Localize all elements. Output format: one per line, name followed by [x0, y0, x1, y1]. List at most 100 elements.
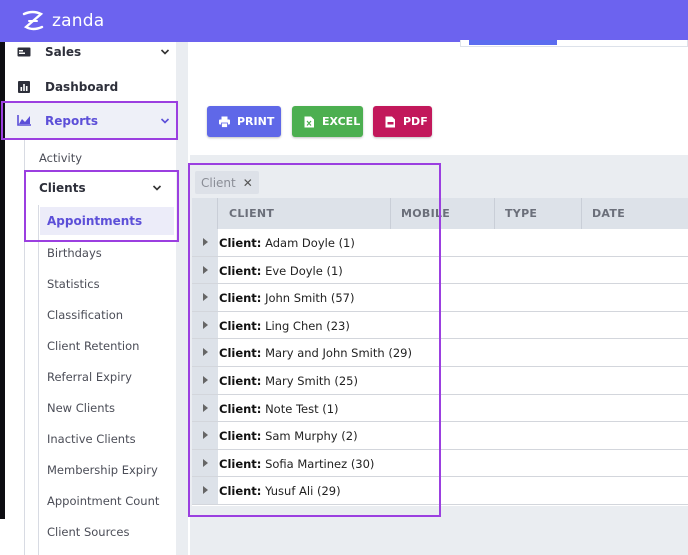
- client-count: (30): [350, 456, 375, 471]
- table-row[interactable]: Client: John Smith (57): [192, 284, 688, 312]
- group-prefix: Client:: [219, 456, 262, 471]
- client-name: Note Test: [265, 401, 319, 416]
- sidebar-item-appointments[interactable]: Appointments: [40, 207, 174, 235]
- client-name: John Smith: [265, 291, 328, 306]
- sidebar-item-label: Reports: [45, 114, 99, 128]
- chevron-down-icon: [152, 185, 162, 191]
- client-name: Sofia Martinez: [265, 456, 348, 471]
- expand-caret-icon[interactable]: [203, 238, 208, 246]
- zanda-logo-icon: [22, 10, 44, 31]
- chevron-down-icon: [160, 118, 170, 124]
- client-name: Eve Doyle: [265, 263, 323, 278]
- print-button[interactable]: PRINT: [207, 106, 281, 137]
- reports-chart-icon: [17, 114, 31, 126]
- group-row-text: Client: Yusuf Ali (29): [219, 484, 341, 498]
- sidebar-item-client-sources[interactable]: Client Sources: [47, 525, 129, 539]
- group-row-text: Client: Mary Smith (25): [219, 374, 358, 388]
- brand-name: zanda: [52, 11, 105, 31]
- grid-header: CLIENT MOBILE TYPE DATE: [192, 198, 688, 229]
- sidebar-item-activity[interactable]: Activity: [39, 151, 82, 165]
- close-icon[interactable]: ✕: [243, 176, 253, 190]
- sidebar-item-label: Sales: [45, 45, 82, 59]
- table-row[interactable]: Client: Mary Smith (25): [192, 367, 688, 395]
- pdf-file-icon: [385, 116, 395, 127]
- sidebar-item-appointment-count[interactable]: Appointment Count: [47, 494, 159, 508]
- table-row[interactable]: Client: Adam Doyle (1): [192, 229, 688, 257]
- table-row[interactable]: Client: Yusuf Ali (29): [192, 477, 688, 505]
- report-grid: CLIENT MOBILE TYPE DATE Client: Adam Doy…: [192, 198, 688, 506]
- client-count: (29): [316, 484, 341, 499]
- table-row[interactable]: Client: Sofia Martinez (30): [192, 449, 688, 478]
- group-prefix: Client:: [219, 401, 262, 416]
- column-header-mobile[interactable]: MOBILE: [391, 198, 495, 229]
- client-name: Ling Chen: [265, 318, 323, 333]
- sidebar-item-referral-expiry[interactable]: Referral Expiry: [47, 370, 132, 384]
- column-header-date[interactable]: DATE: [582, 198, 688, 229]
- sidebar-item-sales[interactable]: Sales: [5, 42, 179, 62]
- expand-caret-icon[interactable]: [203, 376, 208, 384]
- sidebar-item-label: Appointments: [47, 214, 143, 228]
- client-name: Yusuf Ali: [265, 484, 314, 499]
- excel-file-icon: [304, 116, 314, 127]
- group-row-text: Client: Note Test (1): [219, 402, 339, 416]
- table-row[interactable]: Client: Ling Chen (23): [192, 311, 688, 340]
- client-count: (57): [330, 291, 355, 306]
- top-filter-input[interactable]: [460, 40, 688, 47]
- group-prefix: Client:: [219, 263, 262, 278]
- clients-subnav-line: [38, 205, 39, 555]
- expand-caret-icon[interactable]: [203, 458, 208, 467]
- expand-caret-icon[interactable]: [203, 320, 208, 329]
- table-row[interactable]: Client: Sam Murphy (2): [192, 422, 688, 450]
- sidebar-item-label: Clients: [39, 181, 86, 195]
- client-name: Adam Doyle: [265, 236, 335, 250]
- sidebar-item-client-retention[interactable]: Client Retention: [47, 339, 139, 353]
- sidebar-item-classification[interactable]: Classification: [47, 308, 123, 322]
- client-count: (1): [326, 263, 343, 278]
- expand-caret-icon[interactable]: [203, 293, 208, 302]
- sidebar-item-clients[interactable]: Clients: [39, 181, 174, 195]
- sidebar-item-label: Dashboard: [45, 80, 119, 94]
- group-prefix: Client:: [219, 318, 262, 333]
- sidebar-item-birthdays[interactable]: Birthdays: [47, 246, 102, 260]
- column-header-client[interactable]: CLIENT: [219, 198, 391, 229]
- expand-caret-icon[interactable]: [203, 403, 208, 412]
- sidebar-item-dashboard[interactable]: Dashboard: [5, 76, 179, 98]
- expand-caret-icon[interactable]: [203, 486, 208, 495]
- expand-caret-icon[interactable]: [203, 348, 208, 357]
- group-row-text: Client: John Smith (57): [219, 291, 354, 305]
- group-row-text: Client: Adam Doyle (1): [219, 236, 355, 250]
- excel-label: EXCEL: [322, 115, 361, 128]
- pdf-button[interactable]: PDF: [373, 106, 432, 137]
- grid-gutter-header: [192, 198, 218, 229]
- sidebar-item-statistics[interactable]: Statistics: [47, 277, 100, 291]
- column-header-type[interactable]: TYPE: [495, 198, 582, 229]
- sidebar-item-reports[interactable]: Reports: [5, 102, 179, 138]
- group-by-chip[interactable]: Client ✕: [195, 171, 259, 194]
- excel-button[interactable]: EXCEL: [292, 106, 363, 137]
- top-bar: zanda: [0, 0, 688, 42]
- group-row-text: Client: Eve Doyle (1): [219, 264, 343, 278]
- sidebar-item-new-clients[interactable]: New Clients: [47, 401, 115, 415]
- printer-icon: [219, 116, 230, 128]
- group-prefix: Client:: [219, 429, 262, 444]
- client-name: Mary Smith: [265, 374, 331, 388]
- group-chip-label: Client: [201, 175, 236, 190]
- brand-logo[interactable]: zanda: [20, 8, 104, 34]
- sidebar-item-membership-expiry[interactable]: Membership Expiry: [47, 463, 158, 477]
- expand-caret-icon[interactable]: [203, 265, 208, 274]
- dashboard-icon: [17, 81, 31, 93]
- table-row[interactable]: Client: Note Test (1): [192, 394, 688, 423]
- group-row-text: Client: Sam Murphy (2): [219, 429, 358, 443]
- chevron-down-icon: [160, 49, 170, 55]
- table-row[interactable]: Client: Mary and John Smith (29): [192, 339, 688, 367]
- table-row[interactable]: Client: Eve Doyle (1): [192, 256, 688, 285]
- expand-caret-icon[interactable]: [203, 431, 208, 440]
- client-name: Mary and John Smith: [265, 346, 385, 361]
- group-prefix: Client:: [219, 236, 262, 250]
- sidebar: Sales Dashboard Reports: [5, 42, 188, 555]
- group-row-text: Client: Sofia Martinez (30): [219, 457, 374, 471]
- client-count: (1): [338, 236, 355, 250]
- group-prefix: Client:: [219, 484, 262, 499]
- group-prefix: Client:: [219, 346, 262, 361]
- sidebar-item-inactive-clients[interactable]: Inactive Clients: [47, 432, 136, 446]
